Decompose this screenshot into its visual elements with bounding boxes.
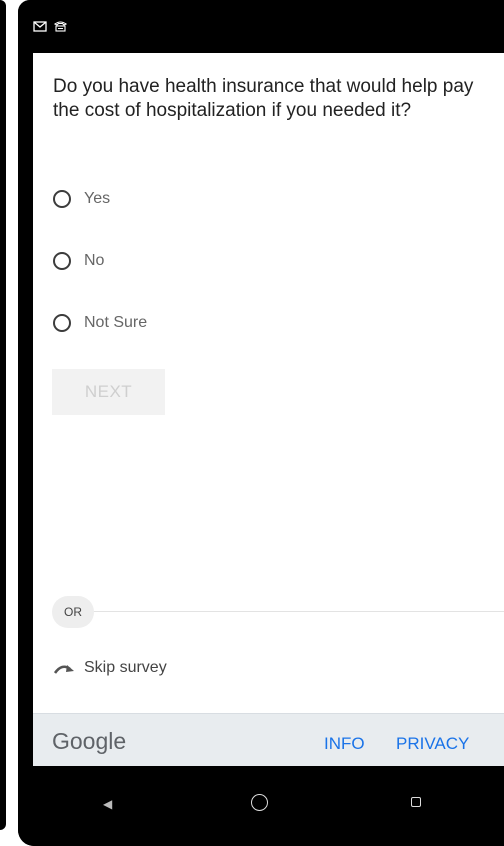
status-icons xyxy=(33,20,68,32)
google-logo: Google xyxy=(52,728,127,754)
info-link[interactable]: INFO xyxy=(324,734,365,754)
option-label: Yes xyxy=(84,190,111,207)
navigation-bar: ◀ xyxy=(18,775,504,846)
option-label: No xyxy=(84,252,105,269)
option-label: Not Sure xyxy=(84,314,148,331)
skip-survey-label: Skip survey xyxy=(84,659,167,676)
survey-panel: Do you have health insurance that would … xyxy=(33,53,504,766)
mail-icon xyxy=(33,20,47,32)
radio-button[interactable] xyxy=(53,314,71,332)
option-no[interactable]: No xyxy=(53,252,104,270)
privacy-link[interactable]: PRIVACY xyxy=(396,734,469,754)
footer: Google INFO PRIVACY xyxy=(33,713,504,766)
back-icon[interactable]: ◀ xyxy=(103,797,112,811)
recent-apps-icon[interactable] xyxy=(411,797,421,807)
radio-button[interactable] xyxy=(53,252,71,270)
voicemail-icon xyxy=(53,21,68,32)
option-not-sure[interactable]: Not Sure xyxy=(53,314,147,332)
skip-survey-link[interactable]: Skip survey xyxy=(54,659,167,677)
status-bar xyxy=(18,0,504,53)
radio-button[interactable] xyxy=(53,190,71,208)
option-yes[interactable]: Yes xyxy=(53,190,110,208)
home-icon[interactable] xyxy=(251,794,268,811)
or-badge: OR xyxy=(52,596,94,628)
phone-frame: Do you have health insurance that would … xyxy=(18,0,504,846)
divider xyxy=(87,611,504,612)
skip-arrow-icon xyxy=(54,665,74,674)
next-button[interactable]: NEXT xyxy=(52,369,165,415)
survey-question: Do you have health insurance that would … xyxy=(53,76,474,121)
adjacent-device-bezel xyxy=(0,0,6,830)
